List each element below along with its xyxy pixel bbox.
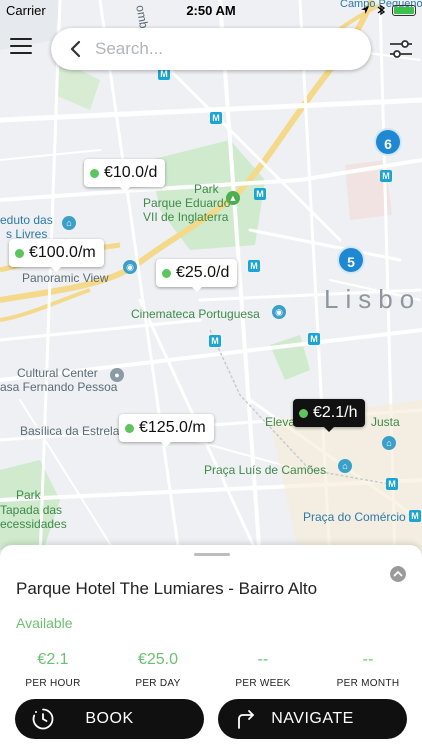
viewpoint-icon[interactable]: ◉: [123, 260, 137, 274]
metro-icon[interactable]: M: [209, 335, 221, 347]
rate-label: PER HOUR: [25, 678, 81, 689]
clock-icon: [32, 708, 54, 730]
parking-title: Parque Hotel The Lumiares - Bairro Alto: [16, 579, 318, 598]
status-indicators: [360, 4, 416, 16]
place-label: asa Fernando Pessoa: [0, 380, 118, 394]
metro-icon[interactable]: M: [210, 112, 222, 124]
place-label: Eleva: [265, 415, 296, 429]
location-arrow-icon: [361, 6, 369, 14]
metro-icon[interactable]: M: [248, 260, 260, 272]
rate-value: --: [257, 651, 269, 668]
place-label: Praça Luís de Camões: [204, 463, 327, 477]
place-label: Praça do Comércio: [303, 510, 406, 524]
place-label: Basílica da Estrela: [20, 424, 120, 438]
square-icon[interactable]: ⌂: [338, 459, 352, 473]
rate-value: --: [362, 651, 374, 668]
selected-parking-price-marker[interactable]: €2.1/h: [293, 399, 366, 432]
search-input[interactable]: [95, 39, 345, 59]
park-label: Parque Eduardo: [143, 196, 231, 210]
place-label: eduto das: [0, 213, 53, 227]
place-label: Cinemateca Portuguesa: [131, 307, 260, 321]
metro-icon[interactable]: M: [409, 510, 421, 522]
park-label: VII de Inglaterra: [143, 210, 229, 224]
price-text: €100.0/m: [29, 244, 96, 261]
availability-status: Available: [16, 615, 73, 631]
rate-per-month: -- PER MONTH: [318, 650, 418, 689]
status-bar: Carrier 2:50 AM: [0, 0, 422, 22]
book-button[interactable]: BOOK: [15, 699, 204, 739]
rate-label: PER MONTH: [336, 678, 400, 689]
availability-dot: [162, 268, 171, 278]
parking-price-marker[interactable]: €10.0/d: [84, 159, 166, 192]
metro-icon[interactable]: M: [380, 170, 392, 182]
sheet-drag-handle[interactable]: [194, 553, 230, 556]
park-label: Park: [194, 182, 219, 196]
metro-icon[interactable]: M: [386, 478, 398, 490]
parking-price-marker[interactable]: €125.0/m: [119, 414, 214, 447]
landmark-icon[interactable]: ●: [110, 368, 124, 382]
battery-icon: [392, 4, 416, 16]
park-label: Tapada das: [0, 503, 63, 517]
metro-icon[interactable]: M: [308, 333, 320, 345]
elevator-icon[interactable]: ⌂: [382, 436, 396, 450]
parking-price-marker[interactable]: €25.0/d: [156, 259, 238, 292]
availability-dot: [90, 168, 99, 178]
navigate-button[interactable]: NAVIGATE: [218, 699, 407, 739]
availability-dot: [15, 248, 24, 258]
rate-per-week: -- PER WEEK: [213, 650, 313, 689]
rate-per-day: €25.0 PER DAY: [108, 650, 208, 689]
rate-per-hour: €2.1 PER HOUR: [3, 650, 103, 689]
status-time: 2:50 AM: [186, 3, 236, 18]
price-text: €10.0/d: [104, 164, 158, 181]
price-text: €125.0/m: [139, 419, 206, 436]
metro-icon[interactable]: M: [254, 188, 266, 200]
place-label: Cultural Center: [17, 366, 98, 380]
parking-cluster[interactable]: 6: [374, 128, 402, 156]
availability-dot: [299, 408, 308, 418]
place-label: Justa: [371, 415, 400, 429]
rate-label: PER DAY: [135, 678, 181, 689]
museum-icon[interactable]: ⌂: [62, 216, 76, 230]
rate-value: €2.1: [37, 651, 69, 668]
park-icon[interactable]: ▲: [226, 191, 240, 205]
rates-row: €2.1 PER HOUR €25.0 PER DAY -- PER WEEK …: [0, 650, 422, 690]
cinema-icon[interactable]: ◉: [272, 305, 286, 319]
map-view[interactable]: ombate Campo Pequeno Park Parque Eduardo…: [0, 0, 422, 560]
menu-button[interactable]: [10, 38, 32, 56]
price-text: €25.0/d: [176, 264, 230, 281]
back-chevron-icon[interactable]: [65, 38, 87, 60]
parking-price-marker[interactable]: €100.0/m: [9, 239, 104, 272]
parking-cluster[interactable]: 5: [337, 246, 365, 274]
city-label: Lisbo: [324, 284, 422, 314]
price-text: €2.1/h: [313, 404, 358, 421]
collapse-chevron-icon[interactable]: [390, 566, 406, 582]
filter-icon[interactable]: [388, 38, 414, 60]
place-label: Panoramic View: [22, 271, 109, 285]
turn-right-arrow-icon: [238, 710, 254, 729]
rate-label: PER WEEK: [235, 678, 291, 689]
rate-value: €25.0: [137, 651, 179, 668]
park-label: ecessidades: [0, 517, 67, 531]
search-bar[interactable]: [51, 28, 371, 70]
park-label: Park: [16, 488, 41, 502]
parking-detail-sheet[interactable]: Parque Hotel The Lumiares - Bairro Alto …: [0, 545, 422, 750]
availability-dot: [125, 423, 134, 433]
bluetooth-icon: [377, 4, 386, 16]
